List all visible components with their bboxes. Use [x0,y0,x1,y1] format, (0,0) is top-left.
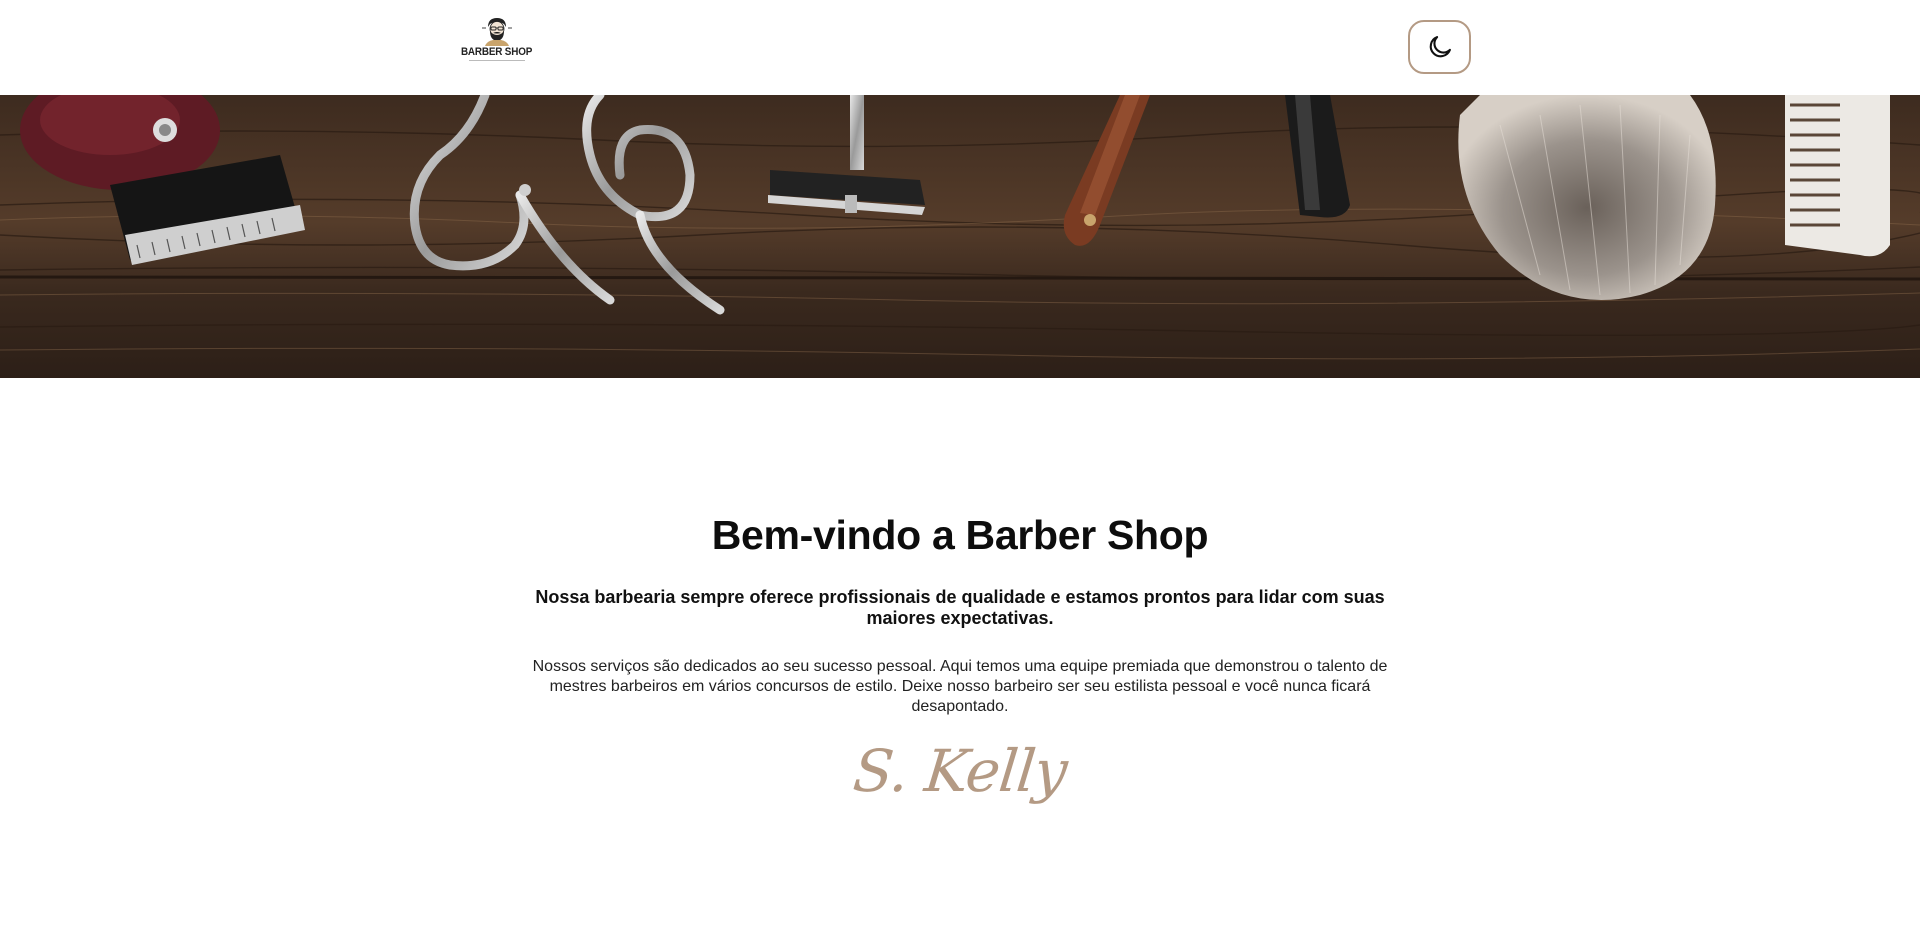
lead-paragraph: Nossa barbearia sempre oferece profissio… [535,587,1385,628]
theme-toggle-button[interactable] [1408,20,1471,74]
welcome-section: Bem-vindo a Barber Shop Nossa barbearia … [0,378,1920,805]
barber-shop-logo[interactable]: BARBER SHOP [461,16,533,74]
hero-banner [0,95,1920,378]
barber-face-icon [482,18,512,46]
logo-underline [469,60,525,61]
signature: S. Kelly [850,737,1070,805]
white-comb-tool [1785,95,1890,257]
body-paragraph: Nossos serviços são dedicados ao seu suc… [532,658,1388,715]
page-title: Bem-vindo a Barber Shop [711,512,1209,558]
logo-text: BARBER SHOP [461,46,533,58]
barber-tools-image [0,95,1920,378]
moon-icon [1429,36,1451,58]
site-header: BARBER SHOP [0,0,1920,95]
